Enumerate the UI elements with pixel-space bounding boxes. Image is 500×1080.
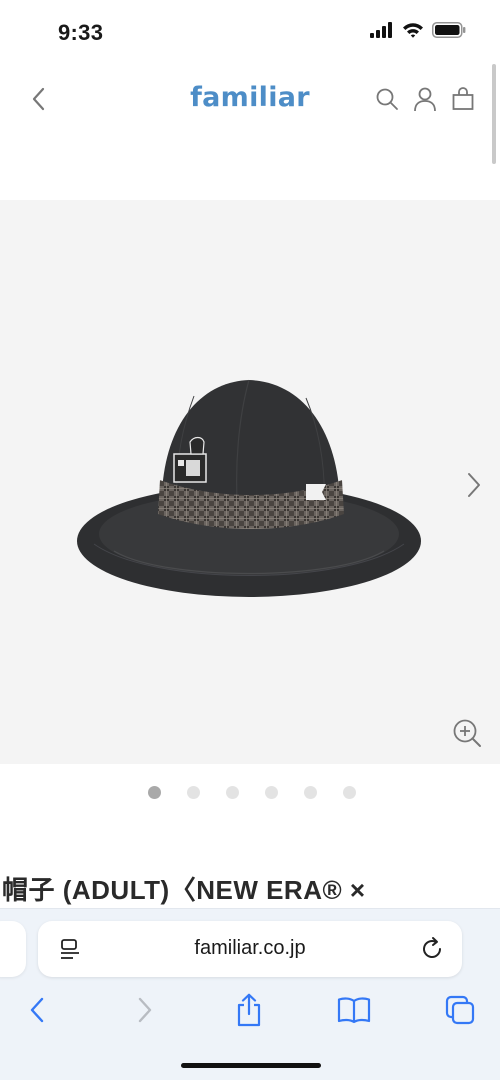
product-image[interactable] xyxy=(74,376,424,607)
previous-tab-preview[interactable] xyxy=(0,921,26,977)
status-time: 9:33 xyxy=(58,20,104,45)
product-title: 帽子 (ADULT)〈NEW ERA® × xyxy=(2,875,366,905)
gallery-pagination xyxy=(0,786,500,799)
next-image-icon[interactable] xyxy=(462,468,486,502)
header-actions xyxy=(374,86,476,112)
battery-icon xyxy=(432,22,466,43)
zoom-in-icon[interactable] xyxy=(452,718,482,748)
share-icon[interactable] xyxy=(232,993,266,1027)
status-bar: 9:33 xyxy=(0,0,500,64)
wifi-icon xyxy=(402,22,424,43)
search-icon[interactable] xyxy=(374,86,400,112)
tabs-icon[interactable] xyxy=(443,993,477,1027)
pagination-dot[interactable] xyxy=(148,786,161,799)
product-image-gallery[interactable] xyxy=(0,200,500,764)
pagination-dot[interactable] xyxy=(265,786,278,799)
address-bar[interactable]: familiar.co.jp xyxy=(38,921,462,977)
shopping-bag-icon[interactable] xyxy=(450,86,476,112)
pagination-dot[interactable] xyxy=(343,786,356,799)
cellular-signal-icon xyxy=(370,22,394,43)
pagination-dot[interactable] xyxy=(304,786,317,799)
home-indicator xyxy=(181,1063,321,1068)
pagination-dot[interactable] xyxy=(226,786,239,799)
site-header: familiar xyxy=(0,64,500,136)
forward-icon[interactable] xyxy=(128,993,162,1027)
browser-toolbar xyxy=(0,987,500,1033)
status-icons xyxy=(370,22,466,43)
pagination-dot[interactable] xyxy=(187,786,200,799)
reload-icon[interactable] xyxy=(418,935,446,963)
url-text: familiar.co.jp xyxy=(194,937,306,959)
browser-bottom-bar: familiar.co.jp xyxy=(0,908,500,1080)
bookmarks-icon[interactable] xyxy=(337,993,371,1027)
account-icon[interactable] xyxy=(412,86,438,112)
back-icon[interactable] xyxy=(20,993,54,1027)
